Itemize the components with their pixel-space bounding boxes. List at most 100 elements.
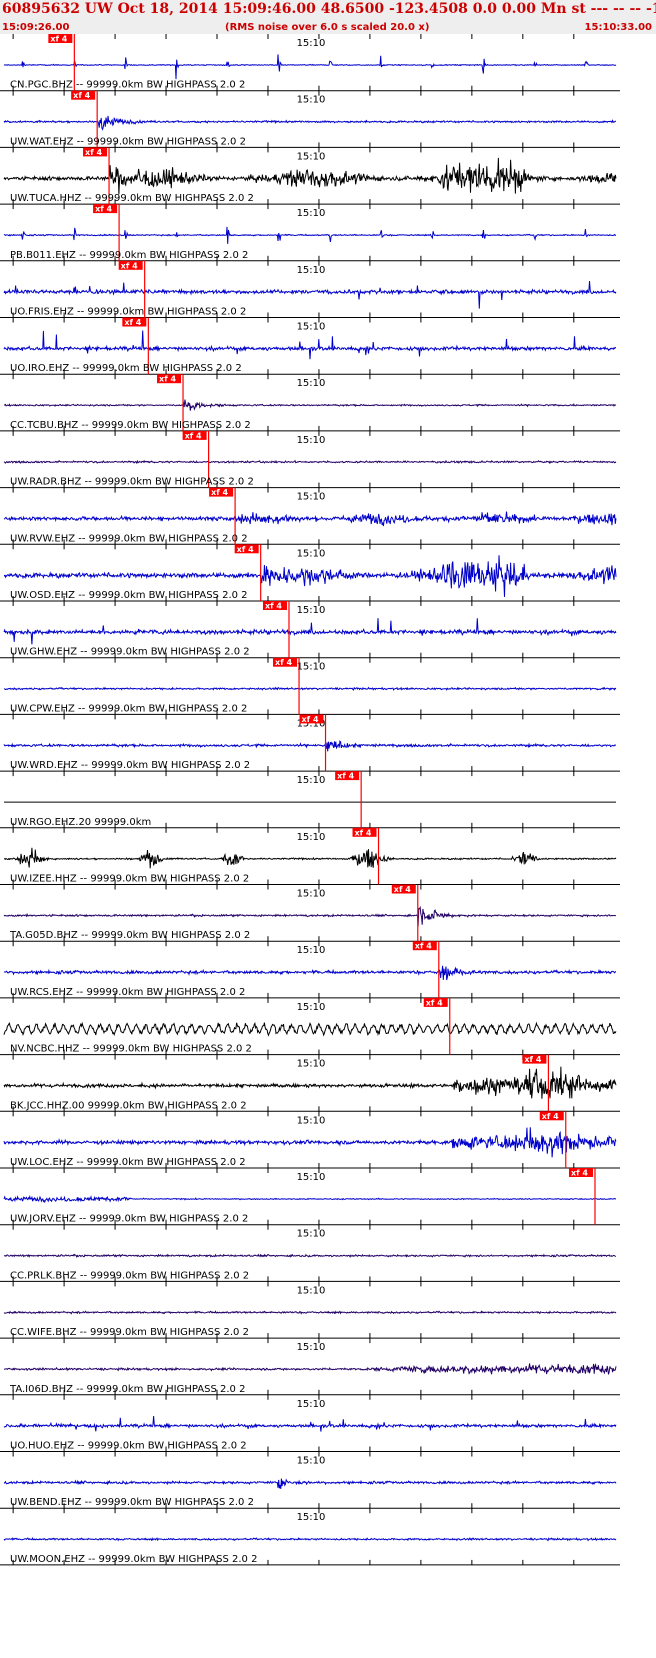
pick-tag-label: xf 4: [275, 658, 292, 667]
waveform-line: [3, 1415, 617, 1432]
waveform-line: [3, 226, 616, 244]
minute-tick-label: 15:10: [297, 1456, 326, 1467]
waveform-line: [3, 740, 616, 752]
trace-panel: 15:10 xf 4 UW.RGO.EHZ.20 99999.0km: [0, 771, 620, 829]
waveform-line: [3, 686, 617, 691]
minute-tick-label: 15:10: [297, 662, 326, 673]
minute-tick-label: 15:10: [297, 435, 326, 446]
trace-panel: 15:10 xf 4 UW.TUCA.HHZ -- 99999.0km BW HIG…: [0, 147, 620, 205]
waveform-line: [3, 511, 617, 527]
pick-tag-label: xf 4: [415, 942, 432, 951]
waveform-line: [3, 1537, 617, 1542]
trace-panel: 15:10 xf 4 UO.FRIS.EHZ -- 99999.0km BW HIG…: [0, 260, 620, 318]
pick-tag-label: xf 4: [355, 828, 372, 837]
trace-panel: 15:10 xf 4 PB.B011.EHZ -- 99999.0km BW HIG…: [0, 204, 620, 262]
trace-panel: 15:10 xf 4 UW.JORV.EHZ -- 99999.0km BW HIG…: [0, 1168, 620, 1226]
trace-label: UO.HUO.EHZ -- 99999.0km BW HIGHPASS 2.0 …: [10, 1441, 247, 1452]
trace-panel: 15:10xf 4UW.WRD.EHZ -- 99999.0km BW HIGH…: [0, 714, 620, 772]
trace-label: UW.RVW.EHZ -- 99999.0km BW HIGHPASS 2.0 …: [10, 533, 248, 544]
waveform-line: [3, 847, 617, 869]
waveform-line: [3, 965, 616, 981]
waveform-line: [4, 399, 617, 411]
minute-tick-label: 15:10: [297, 322, 326, 333]
seismogram-plot: 15:10 xf 4 CN.PGC.BHZ -- 99999.0km BW HIGH…: [0, 34, 620, 1566]
trace-label: PB.B011.EHZ -- 99999.0km BW HIGHPASS 2.0…: [10, 250, 248, 261]
minute-tick-label: 15:10: [297, 95, 326, 106]
waveform-line: [3, 115, 616, 131]
trace-label: UW.LOC.EHZ -- 99999.0km BW HIGHPASS 2.0 …: [10, 1157, 246, 1168]
trace-panel: 15:10 xf 4 NV.NCBC.HHZ -- 99999.0km BW HIG…: [0, 997, 620, 1056]
minute-tick-label: 15:10: [297, 832, 326, 843]
waveform-line: [3, 157, 617, 195]
trace-label: UW.BEND.EHZ -- 99999.0km BW HIGHPASS 2.0…: [10, 1497, 254, 1508]
pick-tag-label: xf 4: [265, 602, 282, 611]
waveform-line: [3, 905, 617, 927]
pick-tag-label: xf 4: [50, 35, 67, 44]
pick-tag-label: xf 4: [124, 318, 141, 327]
minute-tick-label: 15:10: [297, 1229, 326, 1240]
trace-label: UW.TUCA.HHZ -- 99999.0km BW HIGHPASS 2.0…: [10, 193, 254, 204]
pick-tag-label: xf 4: [211, 488, 228, 497]
trace-panel: 15:10 CC.PRLK.BHZ -- 99999.0km BW HIGHPAS…: [0, 1224, 620, 1282]
pick-tag-label: xf 4: [85, 148, 102, 157]
trace-panel: 15:10 xf 4 UO.IRO.EHZ -- 99999.0km BW HIGH…: [0, 317, 620, 375]
waveform-line: [3, 1021, 617, 1037]
minute-tick-label: 15:10: [297, 1115, 326, 1126]
minute-tick-label: 15:10: [297, 208, 326, 219]
trace-label: TA.I06D.BHZ -- 99999.0km BW HIGHPASS 2.0…: [9, 1384, 245, 1395]
trace-label: CC.TCBU.BHZ -- 99999.0km BW HIGHPASS 2.0…: [10, 420, 251, 431]
minute-tick-label: 15:10: [297, 1285, 326, 1296]
waveform-line: [3, 618, 617, 645]
minute-tick-label: 15:10: [297, 1342, 326, 1353]
waveform-line: [3, 330, 617, 360]
pick-tag-label: xf 4: [237, 545, 254, 554]
minute-tick-label: 15:10: [297, 889, 326, 900]
trace-label: CC.PRLK.BHZ -- 99999.0km BW HIGHPASS 2.0…: [10, 1270, 249, 1281]
trace-label: UW.IZEE.HHZ -- 99999.0km BW HIGHPASS 2.0…: [10, 874, 249, 885]
trace-panel: 15:10 xf 4 UW.RADR.BHZ -- 99999.0km BW HIG…: [0, 430, 620, 489]
trace-panel: 15:10 UW.MOON.EHZ -- 99999.0km BW HIGHPAS…: [0, 1508, 620, 1566]
minute-tick-label: 15:10: [297, 492, 326, 503]
pick-tag-label: xf 4: [571, 1169, 588, 1178]
trace-label: TA.G05D.BHZ -- 99999.0km BW HIGHPASS 2.0…: [9, 930, 250, 941]
waveform-line: [3, 1253, 617, 1259]
rms-noise-note: (RMS noise over 6.0 s scaled 20.0 x): [225, 22, 430, 33]
minute-tick-label: 15:10: [297, 265, 326, 276]
minute-tick-label: 15:10: [297, 1002, 326, 1013]
trace-label: UW.RGO.EHZ.20 99999.0km: [10, 817, 151, 828]
pick-tag-label: xf 4: [426, 998, 443, 1007]
waveform-line: [3, 280, 617, 309]
trace-label: CN.PGC.BHZ -- 99999.0km BW HIGHPASS 2.0 …: [10, 80, 245, 91]
trace-panel: 15:10 xf 4 UW.LOC.EHZ -- 99999.0km BW HIGH…: [0, 1111, 620, 1169]
pick-tag-label: xf 4: [302, 715, 319, 724]
trace-label: UO.FRIS.EHZ -- 99999.0km BW HIGHPASS 2.0…: [10, 307, 246, 318]
trace-panel: 15:10 TA.I06D.BHZ -- 99999.0km BW HIGHPAS…: [0, 1338, 620, 1396]
minute-tick-label: 15:10: [297, 378, 326, 389]
trace-panel: 15:10 xf 4 CC.TCBU.BHZ -- 99999.0km BW HIG…: [0, 374, 620, 432]
pick-tag-label: xf 4: [159, 375, 176, 384]
waveform-line: [3, 1478, 617, 1489]
trace-label: UW.GHW.EHZ -- 99999.0km BW HIGHPASS 2.0 …: [10, 647, 250, 658]
trace-panel: 15:10 xf 4 CN.PGC.BHZ -- 99999.0km BW HIGH…: [0, 34, 620, 92]
pick-tag-label: xf 4: [394, 885, 411, 894]
pick-tag-label: xf 4: [524, 1055, 541, 1064]
waveform-line: [3, 459, 617, 465]
minute-tick-label: 15:10: [297, 1059, 326, 1070]
trace-label: CC.WIFE.BHZ -- 99999.0km BW HIGHPASS 2.0…: [10, 1327, 249, 1338]
waveform-line: [3, 1066, 617, 1099]
minute-tick-label: 15:10: [297, 945, 326, 956]
event-title: 60895632 UW Oct 18, 2014 15:09:46.00 48.…: [2, 1, 656, 17]
trace-label: UW.WRD.EHZ -- 99999.0km BW HIGHPASS 2.0 …: [10, 760, 250, 771]
minute-tick-label: 15:10: [297, 1172, 326, 1183]
waveform-line: [3, 54, 617, 80]
trace-label: UW.WAT.EHZ -- 99999.0km BW HIGHPASS 2.0 …: [10, 136, 246, 147]
trace-panel: 15:10 xf 4 UW.CPW.EHZ -- 99999.0km BW HIGH…: [0, 657, 620, 715]
trace-label: BK.JCC.HHZ.00 99999.0km BW HIGHPASS 2.0 …: [10, 1100, 247, 1111]
minute-tick-label: 15:10: [297, 775, 326, 786]
waveform-line: [3, 1363, 617, 1375]
trace-panel: 15:10 xf 4 UW.OSD.EHZ -- 99999.0km BW HIGH…: [0, 544, 620, 602]
minute-tick-label: 15:10: [297, 605, 326, 616]
pick-tag-label: xf 4: [337, 772, 354, 781]
waveform-line: [3, 1127, 617, 1158]
header-bar: 60895632 UW Oct 18, 2014 15:09:46.00 48.…: [0, 0, 656, 34]
